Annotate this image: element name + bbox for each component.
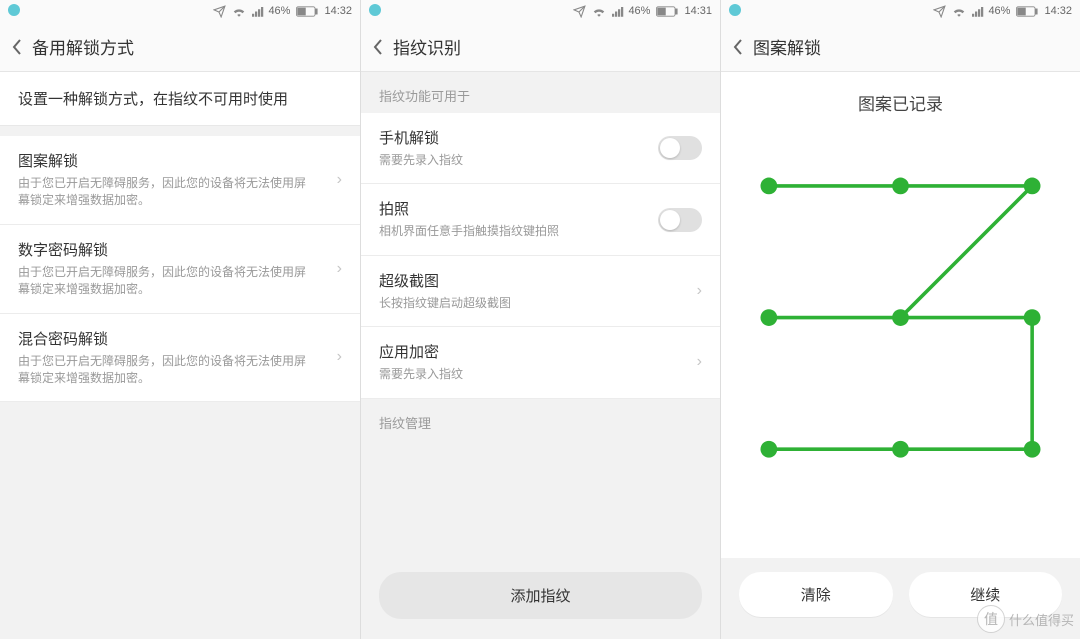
row-subtitle: 由于您已开启无障碍服务，因此您的设备将无法使用屏幕锁定来增强数据加密。 — [18, 264, 313, 299]
chevron-right-icon: › — [697, 353, 702, 371]
pattern-svg — [721, 125, 1080, 558]
row-subtitle: 长按指纹键启动超级截图 — [379, 295, 673, 312]
row-title: 图案解锁 — [18, 150, 313, 171]
pattern-grid[interactable] — [721, 125, 1080, 558]
signal-icon — [972, 6, 984, 17]
content-area: 指纹功能可用于 手机解锁 需要先录入指纹 拍照 相机界面任意手指触摸指纹键拍照 … — [361, 72, 720, 639]
page-title: 图案解锁 — [753, 34, 821, 59]
watermark-text: 什么值得买 — [1009, 610, 1074, 629]
watermark-logo-icon: 值 — [977, 605, 1005, 633]
wifi-icon — [232, 6, 246, 17]
group-label: 指纹功能可用于 — [361, 72, 720, 113]
carrier-logo-icon — [729, 4, 741, 16]
row-title: 手机解锁 — [379, 127, 634, 148]
row-subtitle: 需要先录入指纹 — [379, 366, 673, 383]
wifi-icon — [952, 6, 966, 17]
phone-screen-fingerprint: 46% 14:31 指纹识别 指纹功能可用于 手机解锁 需要先录入指纹 拍照 — [360, 0, 720, 639]
row-pin-unlock[interactable]: 数字密码解锁 由于您已开启无障碍服务，因此您的设备将无法使用屏幕锁定来增强数据加… — [0, 225, 360, 314]
row-pattern-unlock[interactable]: 图案解锁 由于您已开启无障碍服务，因此您的设备将无法使用屏幕锁定来增强数据加密。… — [0, 136, 360, 225]
back-icon[interactable] — [373, 39, 391, 55]
battery-percent: 46% — [268, 5, 290, 17]
row-title: 数字密码解锁 — [18, 239, 313, 260]
phone-screen-backup-unlock: 46% 14:32 备用解锁方式 设置一种解锁方式，在指纹不可用时使用 图案解锁… — [0, 0, 360, 639]
battery-icon — [1016, 6, 1038, 17]
page-title: 备用解锁方式 — [32, 34, 134, 59]
add-fingerprint-button[interactable]: 添加指纹 — [379, 572, 702, 619]
send-icon — [933, 5, 946, 18]
clock: 14:31 — [684, 5, 712, 17]
row-unlock-phone[interactable]: 手机解锁 需要先录入指纹 — [361, 113, 720, 184]
row-subtitle: 由于您已开启无障碍服务，因此您的设备将无法使用屏幕锁定来增强数据加密。 — [18, 353, 313, 388]
chevron-right-icon: › — [337, 171, 342, 189]
status-bar: 46% 14:32 — [0, 0, 360, 22]
send-icon — [573, 5, 586, 18]
watermark: 值 什么值得买 — [977, 605, 1074, 633]
row-title: 超级截图 — [379, 270, 673, 291]
carrier-logo-icon — [8, 4, 20, 16]
back-icon[interactable] — [733, 39, 751, 55]
row-subtitle: 由于您已开启无障碍服务，因此您的设备将无法使用屏幕锁定来增强数据加密。 — [18, 175, 313, 210]
titlebar: 备用解锁方式 — [0, 22, 360, 72]
row-title: 混合密码解锁 — [18, 328, 313, 349]
row-super-screenshot[interactable]: 超级截图 长按指纹键启动超级截图 › — [361, 256, 720, 327]
row-subtitle: 相机界面任意手指触摸指纹键拍照 — [379, 223, 634, 240]
row-camera-shutter[interactable]: 拍照 相机界面任意手指触摸指纹键拍照 — [361, 184, 720, 255]
titlebar: 图案解锁 — [721, 22, 1080, 72]
toggle-switch[interactable] — [658, 208, 702, 232]
row-subtitle: 需要先录入指纹 — [379, 152, 634, 169]
page-title: 指纹识别 — [393, 34, 461, 59]
row-title: 拍照 — [379, 198, 634, 219]
pattern-recorded-label: 图案已记录 — [721, 72, 1080, 125]
battery-percent: 46% — [628, 5, 650, 17]
row-app-encryption[interactable]: 应用加密 需要先录入指纹 › — [361, 327, 720, 398]
battery-icon — [296, 6, 318, 17]
signal-icon — [612, 6, 624, 17]
chevron-right-icon: › — [337, 260, 342, 278]
clock: 14:32 — [324, 5, 352, 17]
toggle-switch[interactable] — [658, 136, 702, 160]
wifi-icon — [592, 6, 606, 17]
row-title: 应用加密 — [379, 341, 673, 362]
content-area: 图案已记录 清除 继续 — [721, 72, 1080, 639]
chevron-right-icon: › — [697, 282, 702, 300]
status-bar: 46% 14:31 — [361, 0, 720, 22]
carrier-logo-icon — [369, 4, 381, 16]
battery-icon — [656, 6, 678, 17]
chevron-right-icon: › — [337, 348, 342, 366]
signal-icon — [252, 6, 264, 17]
titlebar: 指纹识别 — [361, 22, 720, 72]
content-area: 设置一种解锁方式，在指纹不可用时使用 图案解锁 由于您已开启无障碍服务，因此您的… — [0, 72, 360, 639]
send-icon — [213, 5, 226, 18]
row-mixed-password-unlock[interactable]: 混合密码解锁 由于您已开启无障碍服务，因此您的设备将无法使用屏幕锁定来增强数据加… — [0, 314, 360, 403]
battery-percent: 46% — [988, 5, 1010, 17]
back-icon[interactable] — [12, 39, 30, 55]
phone-screen-pattern: 46% 14:32 图案解锁 图案已记录 清除 继续 值 什么值得买 — [720, 0, 1080, 639]
section-heading: 设置一种解锁方式，在指纹不可用时使用 — [0, 72, 360, 126]
group-label-manage: 指纹管理 — [361, 399, 720, 440]
status-bar: 46% 14:32 — [721, 0, 1080, 22]
clock: 14:32 — [1044, 5, 1072, 17]
clear-button[interactable]: 清除 — [739, 572, 893, 617]
